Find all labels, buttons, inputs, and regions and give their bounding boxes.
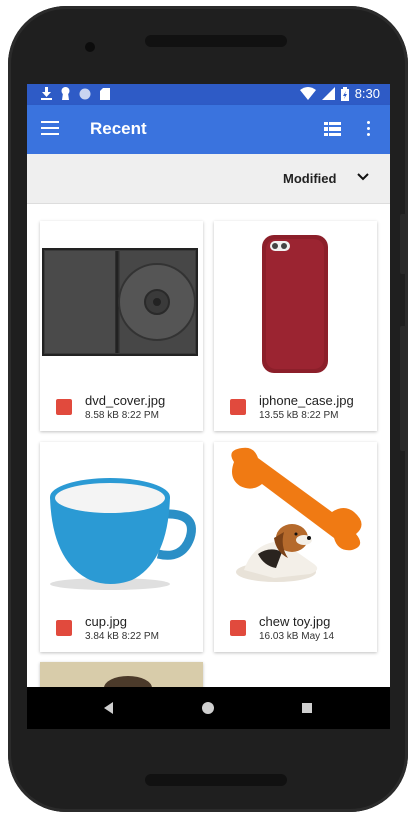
file-card[interactable]: dvd_cover.jpg 8.58 kB 8:22 PM	[40, 221, 203, 431]
file-name: iphone_case.jpg	[259, 393, 354, 408]
file-card[interactable]: cup.jpg 3.84 kB 8:22 PM	[40, 442, 203, 652]
cup-image	[50, 478, 196, 590]
file-thumbnail	[214, 442, 377, 602]
status-bar: 8:30	[27, 84, 390, 105]
file-card[interactable]: iphone_case.jpg 13.55 kB 8:22 PM	[214, 221, 377, 431]
sort-dropdown[interactable]: Modified	[283, 171, 336, 186]
file-thumbnail	[214, 221, 377, 381]
top-speaker	[145, 35, 287, 47]
screen: 8:30 Recent Modified dvd_cover.jpg 8.58 …	[27, 84, 390, 729]
image-file-icon	[56, 620, 72, 636]
image-file-icon	[230, 620, 246, 636]
chevron-down-icon[interactable]	[357, 172, 369, 182]
status-time: 8:30	[354, 86, 380, 101]
sd-card-icon	[100, 87, 110, 100]
wifi-icon	[299, 87, 316, 100]
nav-back-icon[interactable]	[104, 702, 113, 714]
file-name: cup.jpg	[85, 614, 127, 629]
more-vert-icon[interactable]	[367, 121, 371, 137]
signal-icon	[321, 87, 335, 100]
menu-icon[interactable]	[41, 121, 59, 135]
file-thumbnail	[40, 442, 203, 602]
app-toolbar: Recent	[27, 105, 390, 154]
image-file-icon	[56, 399, 72, 415]
file-card[interactable]: chew toy.jpg 16.03 kB May 14	[214, 442, 377, 652]
nav-recents-icon[interactable]	[302, 703, 312, 713]
battery-charging-icon	[340, 86, 349, 101]
grid-view-icon[interactable]	[324, 122, 341, 136]
system-nav-bar	[27, 687, 390, 729]
front-camera	[85, 42, 95, 52]
page-title: Recent	[90, 119, 147, 138]
file-name: chew toy.jpg	[259, 614, 331, 629]
file-meta: 13.55 kB 8:22 PM	[259, 410, 339, 421]
file-meta: 16.03 kB May 14	[259, 631, 335, 642]
file-name: dvd_cover.jpg	[85, 393, 166, 408]
sort-bar: Modified	[27, 154, 390, 204]
image-file-icon	[230, 399, 246, 415]
file-meta: 8.58 kB 8:22 PM	[85, 410, 159, 421]
volume-button	[400, 214, 406, 274]
sync-icon	[79, 88, 91, 99]
file-thumbnail	[40, 221, 203, 381]
bottom-speaker	[145, 774, 287, 786]
file-meta: 3.84 kB 8:22 PM	[85, 631, 159, 642]
phone-case-image	[262, 235, 328, 373]
download-icon	[41, 87, 52, 100]
dog-bone-image	[231, 447, 362, 582]
dvd-case-image	[42, 248, 198, 356]
power-button	[400, 326, 406, 451]
keyhole-icon	[61, 87, 70, 100]
nav-home-icon[interactable]	[202, 702, 214, 714]
